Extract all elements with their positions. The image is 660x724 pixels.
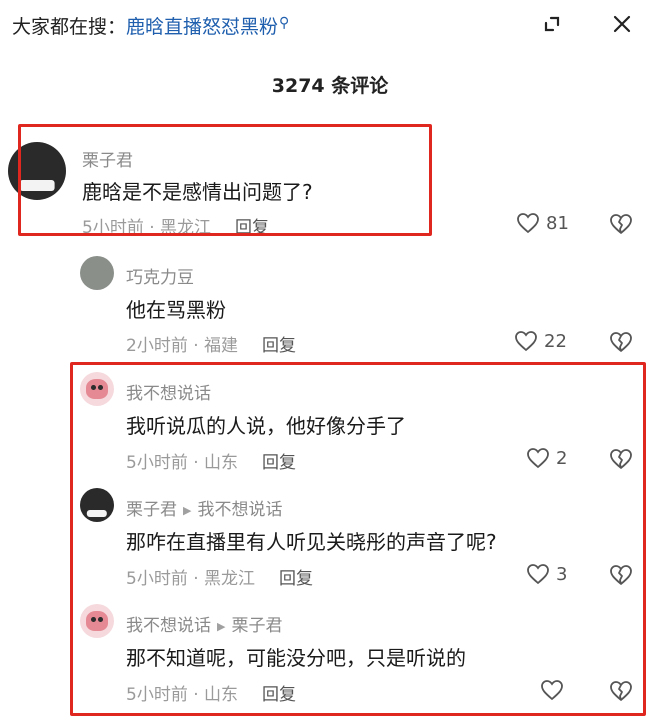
avatar[interactable] [80,372,114,406]
commenter-name: 我不想说话 ▶ 栗子君 [126,611,282,636]
like-button[interactable]: 81 [516,212,569,234]
comment-meta: 5小时前 · 山东 回复 [126,448,296,473]
reply-to-name[interactable]: 我不想说话 [197,500,282,520]
comment-time-location: 5小时前 · 黑龙江 [82,218,212,238]
reply-button[interactable]: 回复 [235,218,269,238]
comment-text: 鹿晗是不是感情出问题了? [82,180,313,204]
comment-time-location: 5小时前 · 黑龙江 [126,569,256,589]
reply-arrow-icon: ▶ [183,504,192,517]
commenter-name-label[interactable]: 我不想说话 [126,616,211,636]
comment-meta: 5小时前 · 黑龙江 回复 [82,213,269,238]
commenter-name-label[interactable]: 栗子君 [126,500,177,520]
broken-heart-icon[interactable] [608,447,634,475]
comment-text: 我听说瓜的人说，他好像分手了 [126,414,406,438]
comment-text: 他在骂黑粉 [126,298,226,322]
comment-count-title: 3274 条评论 [271,75,389,97]
broken-heart-icon[interactable] [608,212,634,240]
search-query-link[interactable]: 鹿晗直播怒怼黑粉 [126,16,278,38]
comment-text: 那不知道呢，可能没分吧，只是听说的 [126,646,466,670]
broken-heart-icon[interactable] [608,563,634,591]
reply-arrow-icon: ▶ [217,620,226,633]
commenter-name[interactable]: 我不想说话 [126,379,211,404]
comment-text: 那咋在直播里有人听见关晓彤的声音了呢? [126,530,497,554]
commenter-name[interactable]: 栗子君 [82,146,133,171]
reply-button[interactable]: 回复 [262,685,296,705]
avatar[interactable] [8,142,66,200]
like-count: 2 [556,447,568,469]
heart-icon [527,448,549,469]
avatar[interactable] [80,256,114,290]
reply-button[interactable]: 回复 [262,336,296,356]
broken-heart-icon[interactable] [608,330,634,358]
like-button[interactable] [540,679,570,701]
reply-to-name[interactable]: 栗子君 [231,616,282,636]
like-count: 22 [544,330,567,352]
reply-button[interactable]: 回复 [279,569,313,589]
like-button[interactable]: 22 [514,330,567,352]
commenter-name: 栗子君 ▶ 我不想说话 [126,495,282,520]
comment-time-location: 5小时前 · 山东 [126,453,239,473]
like-button[interactable]: 2 [526,447,567,469]
broken-heart-icon[interactable] [608,679,634,707]
comment-time-location: 5小时前 · 山东 [126,685,239,705]
heart-icon [515,331,537,352]
like-button[interactable]: 3 [526,563,567,585]
search-icon: ⚲ [279,15,290,31]
comment-meta: 5小时前 · 黑龙江 回复 [126,564,313,589]
search-prefix-label: 大家都在搜： [12,16,127,38]
trending-search[interactable]: 大家都在搜：鹿晗直播怒怼黑粉⚲ [12,12,289,39]
top-bar: 大家都在搜：鹿晗直播怒怼黑粉⚲ [0,0,660,52]
like-count: 81 [546,212,569,234]
comment-meta: 2小时前 · 福建 回复 [126,331,296,356]
heart-icon [541,680,563,701]
like-count: 3 [556,563,568,585]
heart-icon [517,213,539,234]
comment-time-location: 2小时前 · 福建 [126,336,239,356]
expand-icon[interactable] [536,8,568,40]
comment-meta: 5小时前 · 山东 回复 [126,680,296,705]
avatar[interactable] [80,604,114,638]
close-icon[interactable] [606,8,638,40]
commenter-name[interactable]: 巧克力豆 [126,263,194,288]
reply-button[interactable]: 回复 [262,453,296,473]
avatar[interactable] [80,488,114,522]
heart-icon [527,564,549,585]
